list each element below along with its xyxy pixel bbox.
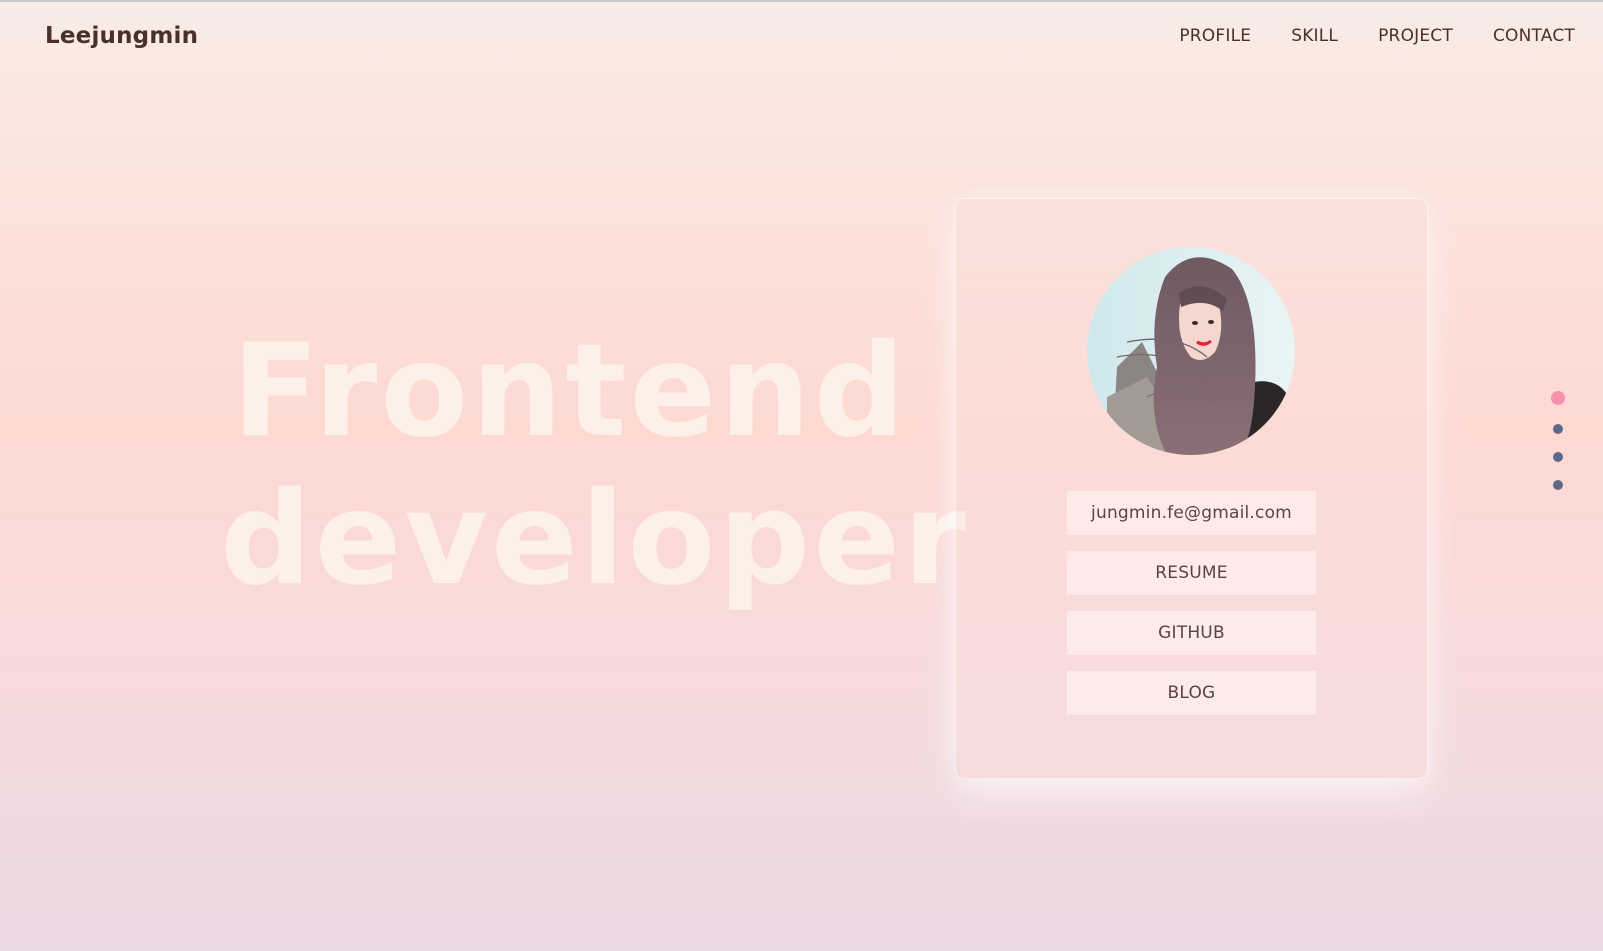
nav-item-project[interactable]: PROJECT: [1378, 26, 1453, 46]
resume-button[interactable]: RESUME: [1067, 551, 1316, 595]
avatar-photo: [1087, 247, 1295, 455]
nav-item-contact[interactable]: CONTACT: [1493, 26, 1575, 46]
hero-line-frontend: Frontend: [231, 317, 909, 466]
nav-item-profile[interactable]: PROFILE: [1179, 26, 1251, 46]
blog-button[interactable]: BLOG: [1067, 671, 1316, 715]
avatar: [1087, 247, 1295, 455]
brand-logo[interactable]: Leejungmin: [45, 23, 198, 49]
pagination-dot-4[interactable]: [1553, 480, 1563, 490]
hero-line-developer: developer: [220, 465, 970, 614]
top-navbar: Leejungmin PROFILE SKILL PROJECT CONTACT: [0, 2, 1603, 70]
nav-item-skill[interactable]: SKILL: [1291, 26, 1338, 46]
pagination-dot-2[interactable]: [1553, 424, 1563, 434]
github-button[interactable]: GITHUB: [1067, 611, 1316, 655]
hero-title: Frontend developer: [220, 317, 970, 614]
pagination-dot-1[interactable]: [1551, 391, 1565, 405]
profile-card: jungmin.fe@gmail.com RESUME GITHUB BLOG: [955, 198, 1428, 779]
pagination-dot-3[interactable]: [1553, 452, 1563, 462]
nav-menu: PROFILE SKILL PROJECT CONTACT: [1179, 26, 1575, 46]
email-button[interactable]: jungmin.fe@gmail.com: [1067, 491, 1316, 535]
